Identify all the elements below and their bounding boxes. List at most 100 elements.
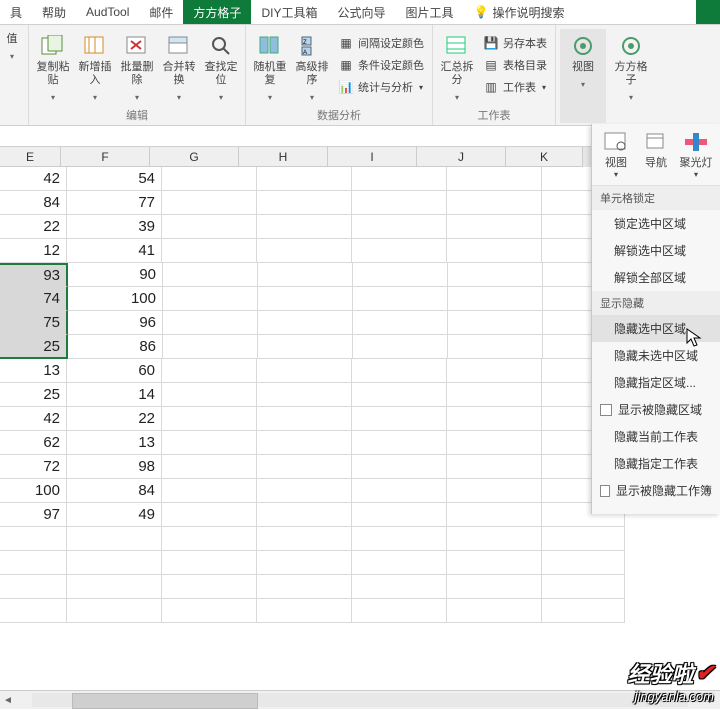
cell[interactable]: 96 bbox=[68, 311, 163, 335]
cell[interactable] bbox=[352, 551, 447, 575]
cell[interactable] bbox=[162, 383, 257, 407]
cell[interactable]: 84 bbox=[67, 479, 162, 503]
cell[interactable] bbox=[67, 599, 162, 623]
cell[interactable] bbox=[162, 599, 257, 623]
cell[interactable] bbox=[0, 575, 67, 599]
summary-split-button[interactable]: 汇总拆分 bbox=[437, 29, 477, 107]
cell[interactable]: 97 bbox=[0, 503, 67, 527]
cell[interactable] bbox=[448, 335, 543, 359]
cell[interactable] bbox=[163, 311, 258, 335]
ffgz-button[interactable]: 方方格子 bbox=[608, 29, 654, 123]
panel-item[interactable]: 隐藏当前工作表 bbox=[592, 423, 720, 450]
cell[interactable] bbox=[257, 527, 352, 551]
cell[interactable] bbox=[257, 215, 352, 239]
cell[interactable]: 77 bbox=[67, 191, 162, 215]
cell[interactable] bbox=[163, 287, 258, 311]
cell[interactable] bbox=[257, 239, 352, 263]
cell[interactable] bbox=[257, 407, 352, 431]
worksheet-button[interactable]: ▥工作表▾ bbox=[479, 77, 551, 97]
cell[interactable] bbox=[352, 503, 447, 527]
cell[interactable] bbox=[162, 407, 257, 431]
cell[interactable] bbox=[352, 239, 447, 263]
cell[interactable] bbox=[352, 215, 447, 239]
cell[interactable]: 98 bbox=[67, 455, 162, 479]
cell[interactable] bbox=[257, 431, 352, 455]
tab-mail[interactable]: 邮件 bbox=[139, 0, 183, 24]
cell[interactable] bbox=[542, 527, 625, 551]
col-header-E[interactable]: E bbox=[0, 147, 61, 167]
cell[interactable] bbox=[353, 311, 448, 335]
cell[interactable] bbox=[257, 167, 352, 191]
cell[interactable] bbox=[447, 191, 542, 215]
cell[interactable] bbox=[67, 551, 162, 575]
cell[interactable] bbox=[257, 383, 352, 407]
cell[interactable]: 49 bbox=[67, 503, 162, 527]
cell[interactable] bbox=[352, 167, 447, 191]
cell[interactable] bbox=[447, 215, 542, 239]
cell[interactable]: 100 bbox=[68, 287, 163, 311]
cell[interactable] bbox=[447, 551, 542, 575]
cell[interactable] bbox=[447, 527, 542, 551]
col-header-I[interactable]: I bbox=[328, 147, 417, 167]
col-header-H[interactable]: H bbox=[239, 147, 328, 167]
cell[interactable] bbox=[258, 311, 353, 335]
cell[interactable]: 39 bbox=[67, 215, 162, 239]
cell[interactable] bbox=[258, 287, 353, 311]
cell[interactable] bbox=[352, 599, 447, 623]
cell[interactable]: 22 bbox=[0, 215, 67, 239]
tab-0[interactable]: 具 bbox=[0, 0, 32, 24]
cell[interactable] bbox=[352, 359, 447, 383]
cell[interactable]: 60 bbox=[67, 359, 162, 383]
cell[interactable] bbox=[162, 527, 257, 551]
horizontal-scrollbar[interactable]: ◄ ► bbox=[0, 690, 720, 709]
view-button[interactable]: 视图 bbox=[560, 29, 606, 123]
save-sheet-button[interactable]: 💾另存本表 bbox=[479, 33, 551, 53]
sheet-toc-button[interactable]: ▤表格目录 bbox=[479, 55, 551, 75]
cell[interactable]: 100 bbox=[0, 479, 67, 503]
col-header-F[interactable]: F bbox=[61, 147, 150, 167]
cell[interactable] bbox=[162, 479, 257, 503]
panel-view-button[interactable]: 视图▾ bbox=[596, 130, 636, 179]
panel-item[interactable]: 显示被隐藏区域 bbox=[592, 396, 720, 423]
col-header-G[interactable]: G bbox=[150, 147, 239, 167]
copy-paste-button[interactable]: 复制粘贴 bbox=[33, 29, 73, 107]
cell[interactable] bbox=[352, 431, 447, 455]
search-help[interactable]: 💡 操作说明搜索 bbox=[463, 0, 574, 24]
cell[interactable]: 86 bbox=[68, 335, 163, 359]
cell[interactable] bbox=[353, 335, 448, 359]
tab-audtool[interactable]: AudTool bbox=[76, 0, 139, 24]
cell[interactable] bbox=[542, 599, 625, 623]
cell[interactable] bbox=[162, 575, 257, 599]
cell[interactable]: 22 bbox=[67, 407, 162, 431]
cell[interactable] bbox=[162, 503, 257, 527]
cell[interactable] bbox=[352, 191, 447, 215]
cell[interactable] bbox=[258, 263, 353, 287]
cell[interactable] bbox=[257, 191, 352, 215]
unlock-all[interactable]: 解锁全部区域 bbox=[592, 264, 720, 291]
cell[interactable] bbox=[352, 407, 447, 431]
scroll-thumb[interactable] bbox=[72, 693, 258, 709]
cell[interactable] bbox=[353, 263, 448, 287]
cell[interactable] bbox=[352, 455, 447, 479]
cell[interactable]: 41 bbox=[67, 239, 162, 263]
cell[interactable] bbox=[162, 239, 257, 263]
cell[interactable] bbox=[67, 575, 162, 599]
interval-color-button[interactable]: ▦间隔设定颜色 bbox=[334, 33, 428, 53]
cell[interactable] bbox=[162, 215, 257, 239]
cell[interactable] bbox=[0, 599, 67, 623]
cell[interactable] bbox=[542, 575, 625, 599]
cell[interactable] bbox=[258, 335, 353, 359]
cell[interactable] bbox=[447, 503, 542, 527]
col-header-J[interactable]: J bbox=[417, 147, 506, 167]
cell[interactable]: 72 bbox=[0, 455, 67, 479]
delete-button[interactable]: 批量删除 bbox=[117, 29, 157, 107]
merge-convert-button[interactable]: 合并转换 bbox=[159, 29, 199, 107]
cell[interactable] bbox=[447, 383, 542, 407]
cell[interactable] bbox=[257, 503, 352, 527]
cell[interactable] bbox=[257, 359, 352, 383]
cell[interactable]: 74 bbox=[0, 287, 68, 311]
cell[interactable] bbox=[447, 359, 542, 383]
col-header-K[interactable]: K bbox=[506, 147, 583, 167]
tab-diy[interactable]: DIY工具箱 bbox=[251, 0, 327, 24]
insert-button[interactable]: 新增插入 bbox=[75, 29, 115, 107]
